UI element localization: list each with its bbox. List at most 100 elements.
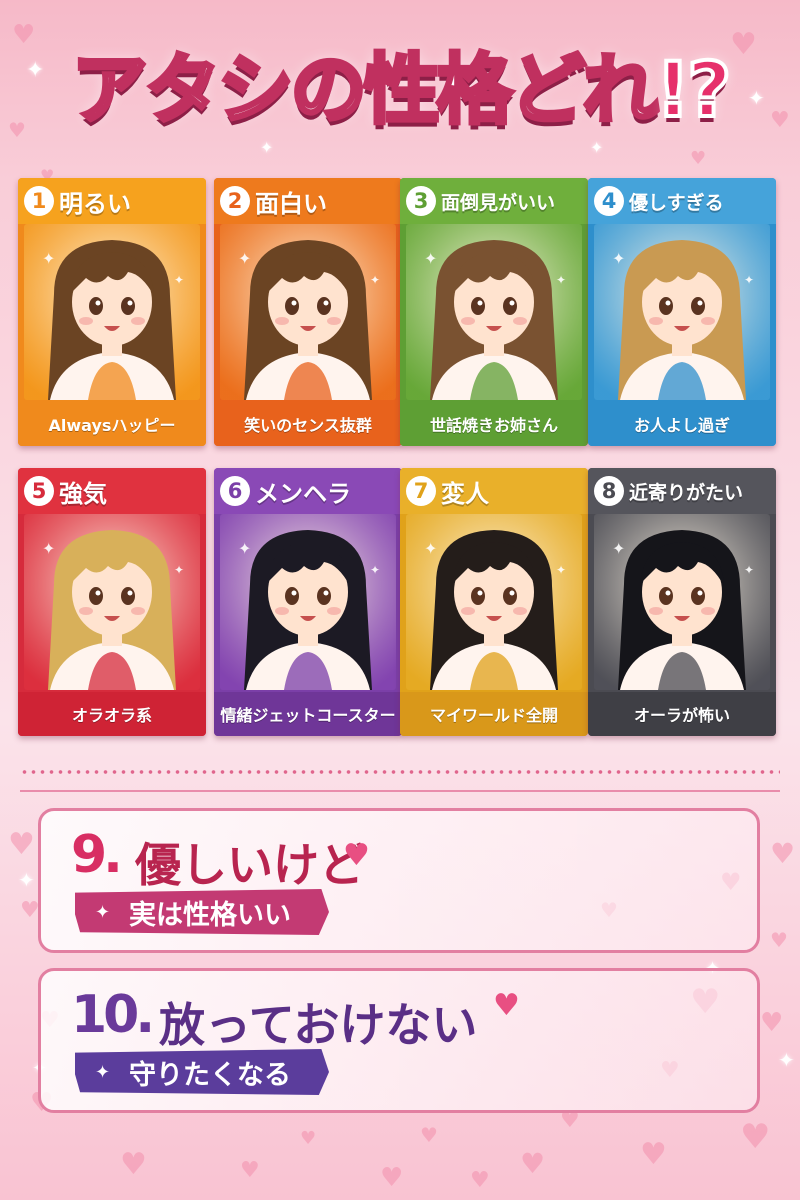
option-ribbon: ✦ 実は性格いい: [75, 889, 329, 935]
option-number: 10.: [71, 985, 155, 1045]
sparkle-icon: ✦: [95, 1061, 111, 1083]
heart-icon: ♥: [300, 1128, 317, 1149]
character-portrait: ✦ ✦: [594, 514, 770, 690]
card-label: 面倒見がいい: [441, 191, 556, 214]
heart-icon: ♥: [8, 827, 35, 862]
svg-text:✦: ✦: [424, 539, 437, 558]
card-number: 6: [220, 476, 250, 506]
card-header: 2 面白い: [214, 178, 402, 224]
sparkle-icon: ✦: [95, 901, 111, 923]
heart-icon: ♥: [470, 1168, 490, 1193]
personality-card[interactable]: 7 変人 ✦ ✦ マイワールド全開: [400, 468, 588, 736]
heart-icon: ♥: [770, 837, 796, 870]
character-portrait: ✦ ✦: [24, 514, 200, 690]
sparkle-icon: ✦: [18, 868, 35, 892]
card-caption: 情緒ジェットコースター: [214, 692, 402, 736]
title-main: アタシの性格どれ: [70, 43, 661, 136]
heart-icon: ♥: [343, 838, 370, 873]
svg-text:✦: ✦: [370, 273, 380, 287]
svg-text:✦: ✦: [238, 539, 251, 558]
page-title: アタシの性格どれ!?: [0, 28, 800, 138]
sparkle-icon: ✦: [590, 138, 604, 157]
svg-text:✦: ✦: [744, 563, 754, 577]
character-portrait: ✦ ✦: [594, 224, 770, 400]
heart-icon: ♥: [520, 1147, 546, 1180]
card-caption: 笑いのセンス抜群: [214, 402, 402, 446]
heart-icon: ♥: [20, 898, 40, 923]
card-caption: マイワールド全開: [400, 692, 588, 736]
card-header: 7 変人: [400, 468, 588, 514]
svg-text:✦: ✦: [612, 249, 625, 268]
card-number: 7: [406, 476, 436, 506]
card-art: ✦ ✦: [406, 514, 582, 690]
svg-text:✦: ✦: [238, 249, 251, 268]
line-divider: [20, 790, 780, 792]
card-art: ✦ ✦: [594, 514, 770, 690]
personality-card[interactable]: 5 強気 ✦ ✦ オラオラ系: [18, 468, 206, 736]
card-header: 4 優しすぎる: [588, 178, 776, 224]
card-label: 変人: [441, 479, 489, 508]
option-panel[interactable]: 10. 放っておけない ♥ ✦ 守りたくなる: [38, 968, 760, 1113]
card-caption: オラオラ系: [18, 692, 206, 736]
svg-text:✦: ✦: [556, 273, 566, 287]
card-art: ✦ ✦: [220, 514, 396, 690]
svg-text:✦: ✦: [424, 249, 437, 268]
card-number: 3: [406, 186, 436, 216]
card-number: 8: [594, 476, 624, 506]
card-header: 3 面倒見がいい: [400, 178, 588, 224]
personality-card[interactable]: 8 近寄りがたい ✦ ✦ オーラが怖い: [588, 468, 776, 736]
character-portrait: ✦ ✦: [24, 224, 200, 400]
card-art: ✦ ✦: [24, 514, 200, 690]
heart-icon: ♥: [420, 1123, 438, 1147]
heart-icon: ♥: [120, 1147, 147, 1182]
card-art: ✦ ✦: [220, 224, 396, 400]
heart-icon: ♥: [560, 1108, 580, 1133]
sparkle-icon: ✦: [778, 1048, 795, 1072]
card-number: 5: [24, 476, 54, 506]
personality-card[interactable]: 4 優しすぎる ✦ ✦ お人よし過ぎ: [588, 178, 776, 446]
card-header: 5 強気: [18, 468, 206, 514]
card-art: ✦ ✦: [594, 224, 770, 400]
character-portrait: ✦ ✦: [220, 514, 396, 690]
personality-card[interactable]: 3 面倒見がいい ✦ ✦ 世話焼きお姉さん: [400, 178, 588, 446]
svg-text:✦: ✦: [42, 539, 55, 558]
svg-text:✦: ✦: [174, 563, 184, 577]
option-subtitle: 実は性格いい: [129, 899, 291, 931]
card-header: 8 近寄りがたい: [588, 468, 776, 514]
heart-icon: ♥: [690, 148, 707, 169]
card-header: 6 メンヘラ: [214, 468, 402, 514]
personality-card[interactable]: 1 明るい ✦ ✦ Alwaysハッピー: [18, 178, 206, 446]
heart-icon: ♥: [740, 1117, 771, 1157]
character-portrait: ✦ ✦: [220, 224, 396, 400]
svg-text:✦: ✦: [174, 273, 184, 287]
card-caption: Alwaysハッピー: [18, 402, 206, 446]
card-label: 優しすぎる: [629, 191, 724, 214]
option-panel[interactable]: 9. 優しいけど ♥ ✦ 実は性格いい: [38, 808, 760, 953]
title-mark: !?: [654, 43, 734, 136]
card-number: 4: [594, 186, 624, 216]
card-header: 1 明るい: [18, 178, 206, 224]
heart-icon: ♥: [640, 1137, 667, 1172]
personality-card[interactable]: 2 面白い ✦ ✦ 笑いのセンス抜群: [214, 178, 402, 446]
option-title: 優しいけど: [135, 838, 365, 892]
heart-icon: ♥: [240, 1158, 260, 1183]
svg-text:✦: ✦: [744, 273, 754, 287]
svg-text:✦: ✦: [42, 249, 55, 268]
card-art: ✦ ✦: [406, 224, 582, 400]
personality-card[interactable]: 6 メンヘラ ✦ ✦ 情緒ジェットコースター: [214, 468, 402, 736]
sparkle-icon: ✦: [260, 138, 274, 157]
card-label: 強気: [59, 479, 107, 508]
svg-text:✦: ✦: [370, 563, 380, 577]
option-title: 放っておけない: [159, 998, 478, 1052]
heart-icon: ♥: [770, 928, 788, 952]
option-number: 9.: [71, 825, 123, 885]
card-label: メンヘラ: [255, 479, 351, 508]
svg-text:✦: ✦: [556, 563, 566, 577]
card-caption: お人よし過ぎ: [588, 402, 776, 446]
option-ribbon: ✦ 守りたくなる: [75, 1049, 329, 1095]
heart-icon: ♥: [493, 988, 520, 1023]
card-caption: オーラが怖い: [588, 692, 776, 736]
character-portrait: ✦ ✦: [406, 224, 582, 400]
svg-text:✦: ✦: [612, 539, 625, 558]
heart-icon: ♥: [760, 1008, 784, 1038]
